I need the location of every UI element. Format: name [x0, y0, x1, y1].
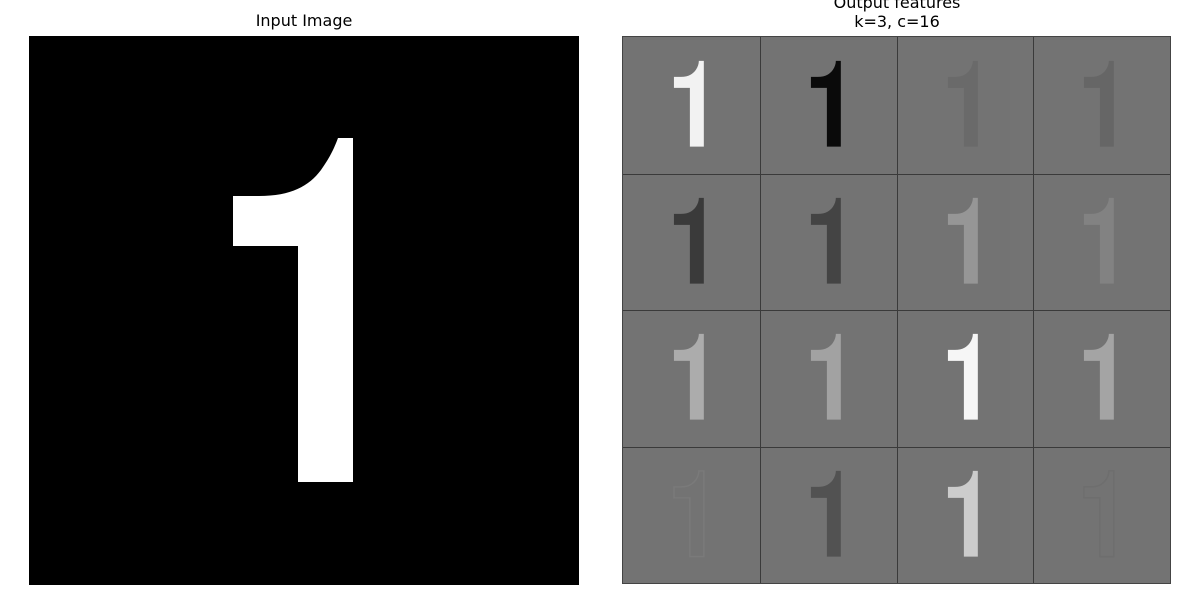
feature-digit-10 — [947, 333, 978, 420]
feature-map-8 — [623, 310, 760, 447]
grid-divider-horizontal — [623, 173, 1170, 175]
feature-digit-1 — [810, 60, 841, 147]
figure: Input Image Output features k=3, c=16 — [0, 0, 1200, 600]
feature-digit-15 — [1083, 469, 1115, 557]
grid-divider-horizontal — [623, 446, 1170, 448]
feature-map-13 — [760, 447, 897, 584]
grid-divider-horizontal — [623, 310, 1170, 311]
feature-map-10 — [897, 310, 1034, 447]
feature-digit-8 — [673, 333, 704, 420]
feature-map-7 — [1033, 174, 1170, 311]
feature-map-9 — [760, 310, 897, 447]
feature-map-0 — [623, 37, 760, 174]
output-features-title: Output features k=3, c=16 — [622, 0, 1172, 31]
input-digit-one — [233, 138, 353, 482]
feature-map-12 — [623, 447, 760, 584]
feature-map-4 — [623, 174, 760, 311]
output-title-line-2: k=3, c=16 — [854, 12, 940, 31]
feature-map-5 — [760, 174, 897, 311]
feature-digit-13 — [810, 470, 841, 557]
feature-map-14 — [897, 447, 1034, 584]
feature-digit-3 — [1084, 60, 1115, 147]
feature-digit-14 — [947, 470, 978, 557]
feature-map-3 — [1033, 37, 1170, 174]
feature-digit-7 — [1084, 197, 1115, 284]
feature-digit-9 — [810, 333, 841, 420]
feature-map-6 — [897, 174, 1034, 311]
feature-map-1 — [760, 37, 897, 174]
output-title-line-1: Output features — [833, 0, 961, 12]
feature-map-11 — [1033, 310, 1170, 447]
input-image — [29, 36, 579, 585]
input-image-title: Input Image — [255, 11, 353, 30]
feature-digit-5 — [810, 197, 841, 284]
feature-digit-11 — [1084, 333, 1115, 420]
feature-digit-4 — [673, 197, 704, 284]
feature-digit-12 — [673, 469, 705, 557]
feature-digit-2 — [947, 60, 978, 147]
feature-map-2 — [897, 37, 1034, 174]
feature-digit-0 — [673, 60, 704, 147]
feature-digit-6 — [947, 197, 978, 284]
feature-map-15 — [1033, 447, 1170, 584]
output-feature-grid — [622, 36, 1171, 584]
